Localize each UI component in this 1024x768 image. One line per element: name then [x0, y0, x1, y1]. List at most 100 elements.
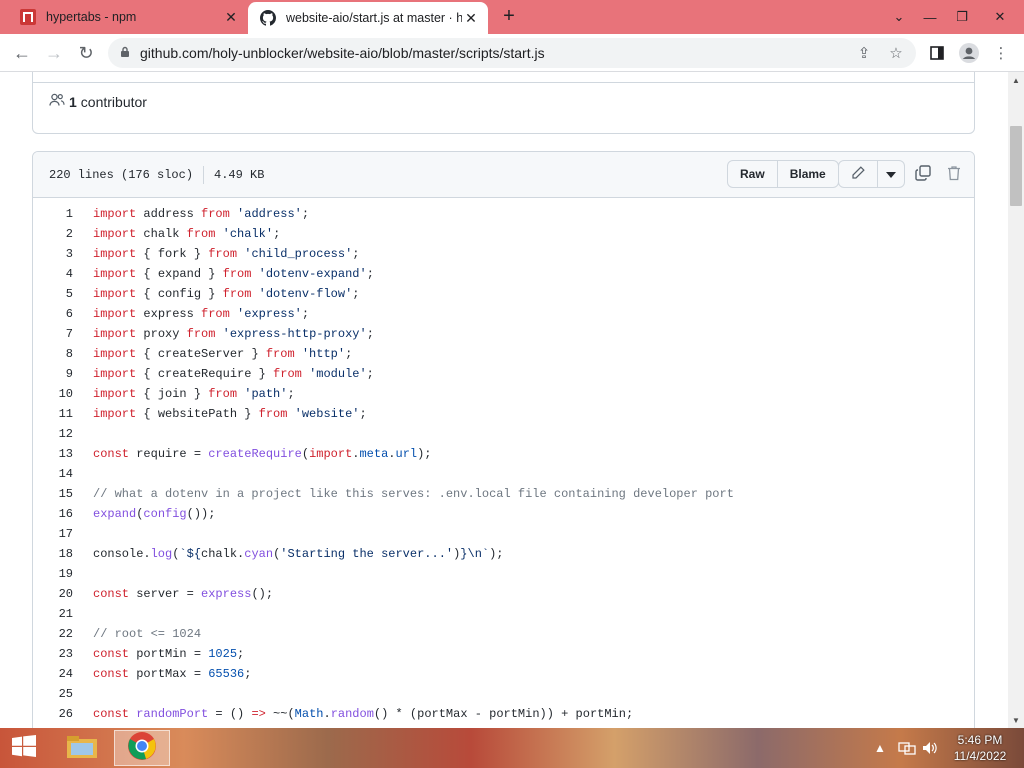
raw-button[interactable]: Raw: [728, 161, 777, 187]
delete-file-button[interactable]: [943, 160, 965, 188]
reload-button[interactable]: ↻: [72, 40, 100, 66]
line-number[interactable]: 25: [33, 687, 73, 701]
forward-button[interactable]: →: [40, 40, 68, 66]
start-button[interactable]: [0, 728, 48, 768]
taskbar-clock[interactable]: 5:46 PM 11/4/2022: [948, 732, 1012, 764]
code-line: 14: [33, 464, 974, 484]
line-number[interactable]: 4: [33, 267, 73, 281]
share-icon[interactable]: ⇪: [854, 43, 874, 63]
line-number[interactable]: 20: [33, 587, 73, 601]
line-content: import { config } from 'dotenv-flow';: [73, 287, 359, 301]
line-number[interactable]: 15: [33, 487, 73, 501]
line-number[interactable]: 11: [33, 407, 73, 421]
blame-button[interactable]: Blame: [776, 161, 838, 187]
line-number[interactable]: 3: [33, 247, 73, 261]
code-token: import: [309, 447, 353, 461]
line-number[interactable]: 19: [33, 567, 73, 581]
contributors-link[interactable]: 1 contributor: [49, 93, 147, 110]
restore-button[interactable]: ❐: [946, 0, 978, 34]
bookmark-star-icon[interactable]: ☆: [886, 43, 906, 63]
close-tab-icon[interactable]: ✕: [222, 8, 240, 26]
line-number[interactable]: 10: [33, 387, 73, 401]
code-token: );: [489, 547, 504, 561]
code-token: import: [93, 247, 137, 261]
line-number[interactable]: 23: [33, 647, 73, 661]
close-tab-icon[interactable]: ✕: [462, 9, 480, 27]
code-token: 'module': [309, 367, 367, 381]
volume-icon[interactable]: [922, 728, 938, 768]
code-token: ~~(: [265, 707, 295, 721]
scroll-up-arrow[interactable]: ▲: [1008, 72, 1024, 88]
code-token: from: [258, 407, 288, 421]
taskbar-chrome[interactable]: [114, 730, 170, 766]
show-hidden-icons[interactable]: ▲: [874, 728, 886, 768]
tab-github[interactable]: website-aio/start.js at master · ho ✕: [248, 2, 488, 34]
line-number[interactable]: 2: [33, 227, 73, 241]
edit-pencil-button[interactable]: [839, 161, 877, 187]
line-number[interactable]: 9: [33, 367, 73, 381]
minimize-button[interactable]: —: [914, 0, 946, 34]
code-token: chalk: [136, 227, 187, 241]
tab-npm[interactable]: hypertabs - npm ✕: [8, 0, 248, 34]
side-panel-icon[interactable]: [926, 43, 948, 63]
code-token: 'chalk': [222, 227, 274, 241]
line-number[interactable]: 5: [33, 287, 73, 301]
code-token: from: [222, 267, 252, 281]
back-button[interactable]: ←: [8, 40, 36, 66]
line-number[interactable]: 13: [33, 447, 73, 461]
line-number[interactable]: 26: [33, 707, 73, 721]
code-token: randomPort: [136, 707, 209, 721]
code-token: { join }: [136, 387, 209, 401]
code-token: =>: [251, 707, 266, 721]
code-token: ;: [359, 407, 367, 421]
line-number[interactable]: 7: [33, 327, 73, 341]
taskbar-file-explorer[interactable]: [54, 730, 110, 766]
file-size: 4.49 KB: [214, 168, 265, 182]
code-line: 13 const require = createRequire(import.m…: [33, 444, 974, 464]
code-token: ;: [287, 387, 295, 401]
line-number[interactable]: 24: [33, 667, 73, 681]
profile-avatar-icon[interactable]: [958, 43, 980, 63]
line-number[interactable]: 6: [33, 307, 73, 321]
lock-icon[interactable]: [120, 46, 130, 61]
code-token: portMin =: [129, 647, 209, 661]
code-token: from: [208, 387, 238, 401]
menu-kebab-icon[interactable]: ⋮: [990, 43, 1012, 63]
line-number[interactable]: 14: [33, 467, 73, 481]
scroll-down-arrow[interactable]: ▼: [1008, 712, 1024, 728]
edit-dropdown-button[interactable]: [877, 161, 904, 187]
pencil-icon: [851, 165, 865, 183]
line-content: const server = express();: [73, 587, 273, 601]
address-bar[interactable]: github.com/holy-unblocker/website-aio/bl…: [108, 38, 916, 68]
code-line: 23 const portMin = 1025;: [33, 644, 974, 664]
code-token: const: [93, 587, 130, 601]
line-number[interactable]: 18: [33, 547, 73, 561]
code-line: 3 import { fork } from 'child_process';: [33, 244, 974, 264]
tab-search-icon[interactable]: ⌄: [883, 0, 915, 34]
url-text: github.com/holy-unblocker/website-aio/bl…: [140, 45, 545, 61]
code-token: address: [136, 207, 202, 221]
new-tab-button[interactable]: +: [497, 6, 521, 28]
line-number[interactable]: 16: [33, 507, 73, 521]
line-number[interactable]: 8: [33, 347, 73, 361]
file-header: 220 lines (176 sloc) 4.49 KB Raw Blame: [33, 152, 974, 198]
file-lines-info: 220 lines (176 sloc): [49, 168, 194, 182]
line-number[interactable]: 17: [33, 527, 73, 541]
code-token: import: [93, 227, 137, 241]
code-token: .: [323, 707, 331, 721]
line-number[interactable]: 22: [33, 627, 73, 641]
code-token: `${: [179, 547, 202, 561]
copy-raw-button[interactable]: [911, 160, 935, 188]
page-scrollbar[interactable]: ▲ ▼: [1008, 72, 1024, 728]
code-token: meta: [359, 447, 389, 461]
close-window-button[interactable]: ✕: [984, 0, 1016, 34]
code-token: from: [208, 247, 238, 261]
line-content: import { createServer } from 'http';: [73, 347, 352, 361]
line-number[interactable]: 12: [33, 427, 73, 441]
code-token: = (): [208, 707, 252, 721]
line-number[interactable]: 21: [33, 607, 73, 621]
line-number[interactable]: 1: [33, 207, 73, 221]
network-icon[interactable]: [898, 728, 916, 768]
scrollbar-thumb[interactable]: [1010, 126, 1022, 206]
